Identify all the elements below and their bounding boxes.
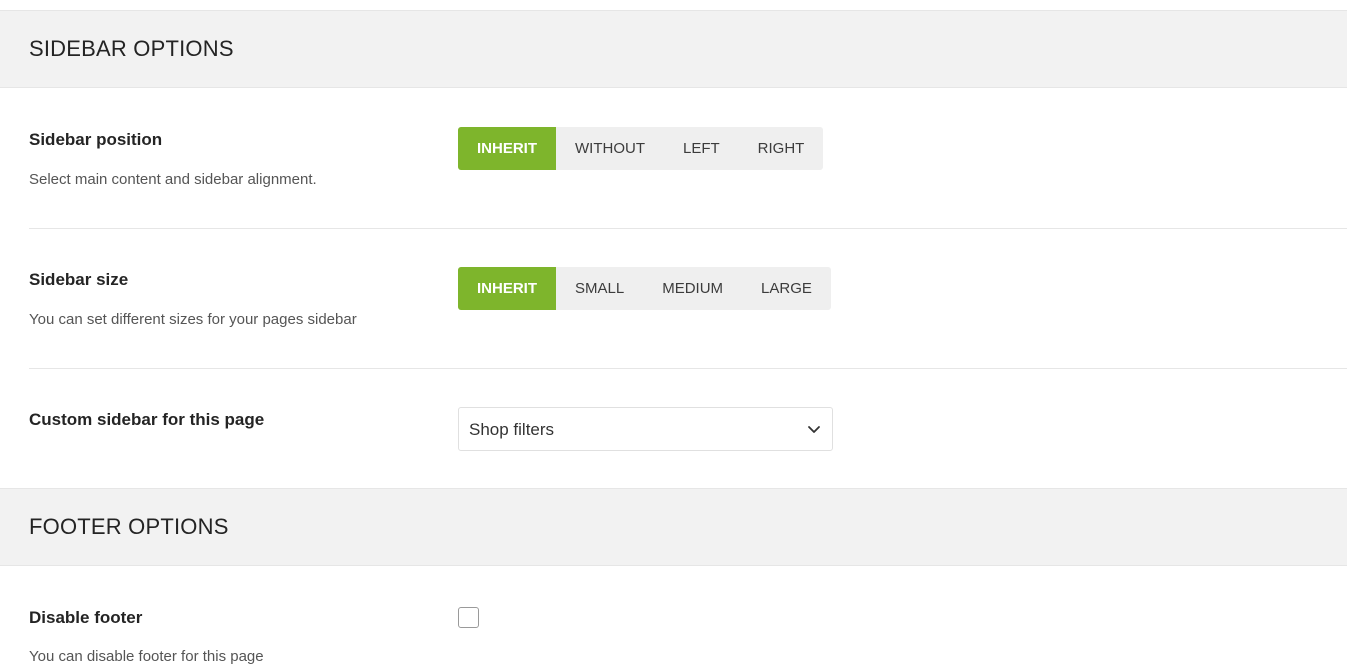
sidebar-size-title: Sidebar size [29, 270, 129, 289]
sidebar-size-description: You can set different sizes for your pag… [29, 311, 357, 328]
custom-sidebar-select[interactable]: Shop filters [458, 407, 833, 451]
section-title: SIDEBAR OPTIONS [29, 36, 234, 61]
disable-footer-checkbox[interactable] [458, 607, 479, 628]
sidebar-position-title: Sidebar position [29, 130, 163, 149]
sidebar-position-description: Select main content and sidebar alignmen… [29, 171, 317, 188]
sidebar-position-buttons: INHERIT WITHOUT LEFT RIGHT [458, 127, 824, 170]
sidebar-options-header: SIDEBAR OPTIONS [0, 10, 1347, 88]
sidebar-position-right-button[interactable]: RIGHT [739, 127, 824, 170]
disable-footer-title: Disable footer [29, 608, 143, 627]
sidebar-size-buttons: INHERIT SMALL MEDIUM LARGE [458, 267, 831, 310]
sidebar-position-inherit-button[interactable]: INHERIT [458, 127, 556, 170]
section-title: FOOTER OPTIONS [29, 514, 229, 539]
divider [29, 368, 1347, 369]
custom-sidebar-selected-value: Shop filters [469, 420, 555, 439]
disable-footer-description: You can disable footer for this page [29, 648, 264, 665]
sidebar-size-small-button[interactable]: SMALL [556, 267, 643, 310]
custom-sidebar-title: Custom sidebar for this page [29, 410, 265, 429]
sidebar-position-without-button[interactable]: WITHOUT [556, 127, 664, 170]
sidebar-size-medium-button[interactable]: MEDIUM [643, 267, 742, 310]
sidebar-size-large-button[interactable]: LARGE [742, 267, 831, 310]
footer-options-header: FOOTER OPTIONS [0, 488, 1347, 566]
top-strip [0, 0, 1347, 10]
divider [29, 228, 1347, 229]
sidebar-size-inherit-button[interactable]: INHERIT [458, 267, 556, 310]
chevron-down-icon [808, 426, 820, 433]
sidebar-position-left-button[interactable]: LEFT [664, 127, 739, 170]
